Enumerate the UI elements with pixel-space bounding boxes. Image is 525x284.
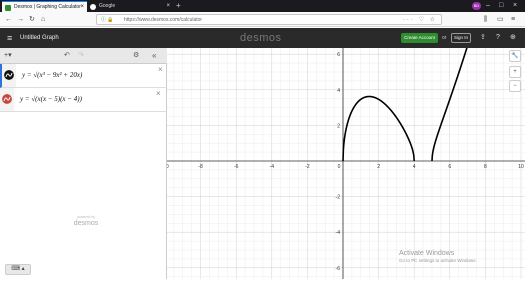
zoom-out-icon[interactable]: − [509, 80, 521, 92]
x-tick-label: 0 [338, 164, 341, 170]
navigation-bar: ← → ↻ ⌂ ⓘ 🔒 https://www.desmos.com/calcu… [0, 12, 525, 27]
url-actions-icon[interactable]: ··· ♡ ☆ [403, 15, 437, 25]
maximize-icon[interactable]: □ [499, 0, 503, 12]
delete-expression-icon[interactable]: × [156, 89, 161, 98]
graph-area[interactable]: -10 -8 -6 -4 -2 0 2 4 6 8 10 6 4 2 -2 -4 -6 [161, 43, 525, 279]
tab-google[interactable]: Google × [87, 1, 173, 12]
graph-canvas[interactable]: -10 -8 -6 -4 -2 0 2 4 6 8 10 6 4 2 -2 -4 -6 [161, 43, 525, 279]
forward-icon[interactable]: → [17, 14, 24, 25]
expression-color-toggle[interactable] [0, 88, 14, 111]
powered-by-brand: desmos [73, 220, 99, 227]
y-tick-label: -6 [336, 266, 341, 272]
sidebar-icon[interactable]: ▭ [497, 14, 504, 25]
help-icon[interactable]: ? [496, 33, 500, 43]
x-tick-label: 2 [377, 164, 380, 170]
zoom-in-icon[interactable]: + [509, 66, 521, 78]
desmos-header: ≡ Untitled Graph desmos Create Account o… [0, 28, 525, 48]
curve-branch [431, 43, 470, 162]
menu-icon[interactable]: ≡ [511, 14, 515, 25]
tab-title: Desmos | Graphing Calculator [14, 4, 81, 10]
desmos-logo: desmos [240, 32, 282, 44]
x-tick-label: 6 [448, 164, 451, 170]
x-tick-label: -10 [167, 164, 169, 170]
x-tick-label: -2 [305, 164, 310, 170]
new-tab-icon[interactable]: + [176, 0, 181, 12]
tab-desmos[interactable]: Desmos | Graphing Calculator × [2, 1, 87, 12]
close-window-icon[interactable]: × [513, 0, 517, 12]
y-tick-label: 4 [337, 88, 340, 94]
curve-color-icon [4, 70, 14, 80]
x-tick-label: -4 [270, 164, 275, 170]
x-tick-label: -8 [198, 164, 203, 170]
secure-lock-icon: ⓘ 🔒 [101, 17, 114, 23]
expression-text[interactable]: y = √(x(x − 5)(x − 4)) [20, 94, 82, 105]
library-icon[interactable]: ⫼ [484, 14, 487, 25]
y-tick-label: -2 [336, 195, 341, 201]
x-tick-label: 8 [484, 164, 487, 170]
watermark-title: Activate Windows [399, 250, 455, 257]
desmos-favicon-icon [5, 5, 11, 11]
y-tick-label: 2 [337, 123, 340, 129]
y-tick-label: 6 [337, 52, 340, 58]
undo-icon[interactable]: ↶ [64, 50, 70, 62]
redo-icon[interactable]: ↷ [78, 50, 84, 62]
expression-row[interactable]: y = √(x(x − 5)(x − 4)) × [0, 88, 167, 112]
settings-gear-icon[interactable]: ⚙ [133, 50, 139, 62]
graph-title[interactable]: Untitled Graph [20, 33, 59, 43]
x-tick-label: -6 [234, 164, 239, 170]
wrench-icon[interactable]: 🔧 [509, 50, 521, 62]
share-icon[interactable]: ⇪ [480, 33, 486, 43]
watermark-subtitle: Go to PC settings to activate Windows. [399, 258, 477, 263]
home-icon[interactable]: ⌂ [41, 14, 45, 25]
hamburger-menu-icon[interactable]: ≡ [7, 33, 12, 43]
y-tick-label: -4 [336, 230, 341, 236]
tab-title: Google [99, 3, 116, 9]
language-icon[interactable]: ⊕ [510, 33, 516, 43]
collapse-panel-icon[interactable]: « [152, 50, 156, 62]
reload-icon[interactable]: ↻ [29, 14, 35, 25]
expression-panel: +▾ ↶ ↷ ⚙ « y = √(x³ − 9x² + 20x) × y = √… [0, 48, 167, 279]
powered-by: powered by desmos [66, 215, 106, 228]
close-tab-icon[interactable]: × [166, 1, 170, 12]
x-tick-label: 10 [518, 164, 524, 170]
activate-windows-watermark: Activate Windows Go to PC settings to ac… [399, 249, 477, 264]
expression-color-toggle[interactable] [2, 64, 16, 87]
create-account-button[interactable]: Create Account [401, 33, 438, 43]
keyboard-toggle-button[interactable]: ⌨ ▴ [5, 264, 31, 275]
or-label: or [442, 35, 447, 41]
url-bar[interactable]: ⓘ 🔒 https://www.desmos.com/calculator ··… [96, 14, 442, 25]
url-text: https://www.desmos.com/calculator [124, 17, 203, 23]
browser-tab-bar: Desmos | Graphing Calculator × Google × … [0, 0, 525, 12]
sign-in-button[interactable]: Sign In [451, 33, 471, 43]
add-item-button[interactable]: +▾ [4, 50, 12, 62]
profile-avatar[interactable]: BD [472, 2, 481, 10]
x-tick-label: 4 [413, 164, 416, 170]
expression-text[interactable]: y = √(x³ − 9x² + 20x) [22, 70, 82, 81]
delete-expression-icon[interactable]: × [158, 65, 163, 74]
curve-color-icon [2, 94, 12, 104]
back-icon[interactable]: ← [5, 14, 12, 25]
minimize-icon[interactable]: – [486, 0, 490, 12]
expression-row[interactable]: y = √(x³ − 9x² + 20x) × [0, 64, 167, 88]
google-favicon-icon [90, 4, 96, 10]
expression-toolbar: +▾ ↶ ↷ ⚙ « [0, 48, 167, 64]
